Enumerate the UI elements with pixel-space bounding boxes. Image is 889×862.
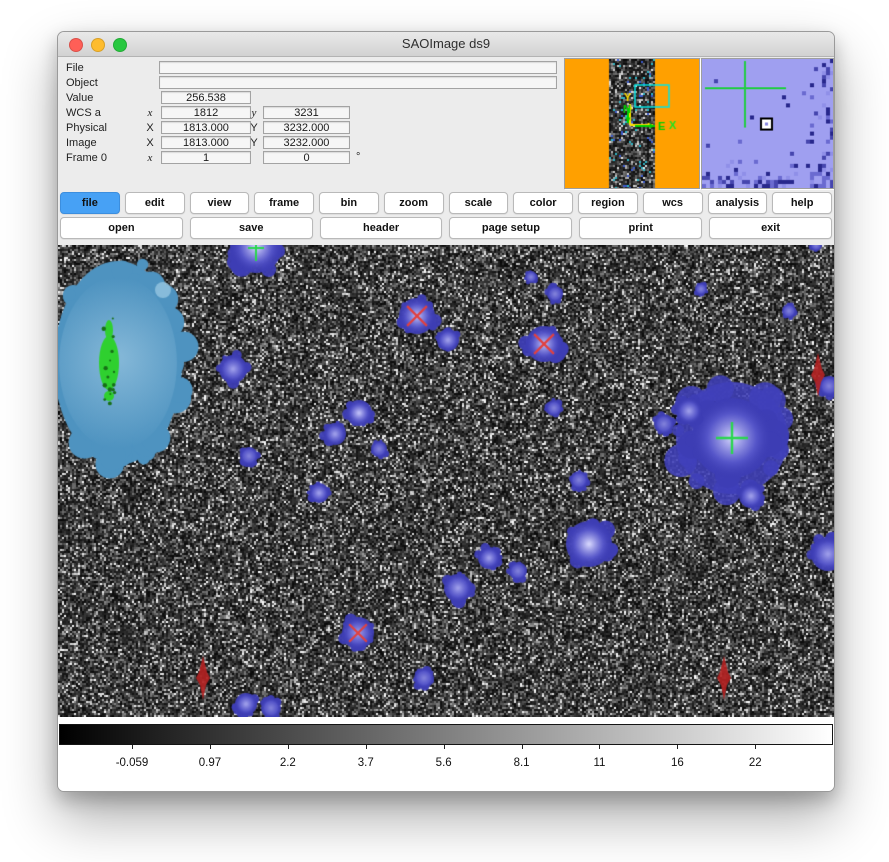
info-label: Value: [66, 92, 93, 104]
menu-frame[interactable]: frame: [254, 192, 314, 214]
info-field[interactable]: 3232.000: [263, 121, 350, 134]
menu-page-setup[interactable]: page setup: [449, 217, 572, 239]
colorbar-tick: [132, 745, 133, 749]
colorbar-label: 5.6: [436, 757, 452, 769]
info-row-frame-0: Frame 0 x10 °: [58, 151, 618, 164]
info-field[interactable]: 0: [263, 151, 350, 164]
colorbar-tick: [288, 745, 289, 749]
info-field[interactable]: 1812: [161, 106, 251, 119]
main-image-canvas[interactable]: [58, 245, 834, 717]
menu-open[interactable]: open: [60, 217, 183, 239]
info-field[interactable]: 1813.000: [161, 136, 251, 149]
menu-scale[interactable]: scale: [449, 192, 509, 214]
colorbar-tick: [522, 745, 523, 749]
colorbar-tick: [755, 745, 756, 749]
axis-label: x: [144, 107, 156, 119]
info-field[interactable]: 1813.000: [161, 121, 251, 134]
colorbar-tick: [210, 745, 211, 749]
colorbar-label: 3.7: [358, 757, 374, 769]
menu-zoom[interactable]: zoom: [384, 192, 444, 214]
menu-edit[interactable]: edit: [125, 192, 185, 214]
menu-bar: fileeditviewframebinzoomscalecolorregion…: [60, 192, 832, 214]
colorbar-label: 11: [594, 757, 606, 769]
info-field[interactable]: 3232.000: [263, 136, 350, 149]
info-row-file: File: [58, 61, 618, 74]
info-label: Frame 0: [66, 152, 107, 164]
colorbar-tick: [599, 745, 600, 749]
colorbar-tick: [366, 745, 367, 749]
colorbar-gradient[interactable]: [59, 724, 833, 745]
menu-exit[interactable]: exit: [709, 217, 832, 239]
axis-label: Y: [248, 122, 260, 134]
colorbar-label: 0.97: [199, 757, 221, 769]
info-row-value: Value 256.538: [58, 91, 618, 104]
colorbar-tick: [677, 745, 678, 749]
menu-header[interactable]: header: [320, 217, 443, 239]
ds9-window: SAOImage ds9 File Object Value 256.538 WCS a…: [57, 31, 835, 792]
file-submenu-bar: open save header page setup print exit: [60, 217, 832, 239]
magnifier-panel[interactable]: [701, 58, 834, 189]
info-label: Image: [66, 137, 97, 149]
info-row-physical: Physical X 1813.000Y3232.000: [58, 121, 618, 134]
menu-view[interactable]: view: [190, 192, 250, 214]
info-field[interactable]: 1: [161, 151, 251, 164]
colorbar-section: -0.059 0.97 2.2 3.7 5.6 8.1 11 16 22: [58, 717, 834, 791]
colorbar-label: -0.059: [116, 757, 149, 769]
menu-help[interactable]: help: [772, 192, 832, 214]
axis-label: y: [248, 107, 260, 119]
menu-bin[interactable]: bin: [319, 192, 379, 214]
colorbar-label: 2.2: [280, 757, 296, 769]
info-row-image: Image X 1813.000Y3232.000: [58, 136, 618, 149]
axis-label: Y: [248, 137, 260, 149]
panner-panel[interactable]: [564, 58, 700, 189]
titlebar[interactable]: SAOImage ds9: [58, 32, 834, 57]
info-field[interactable]: 3231: [263, 106, 350, 119]
info-field[interactable]: [159, 61, 557, 74]
info-field[interactable]: [159, 76, 557, 89]
colorbar-label: 8.1: [514, 757, 530, 769]
info-row-object: Object: [58, 76, 618, 89]
menu-analysis[interactable]: analysis: [708, 192, 768, 214]
menu-print[interactable]: print: [579, 217, 702, 239]
degree-symbol: °: [356, 151, 360, 163]
info-field[interactable]: 256.538: [161, 91, 251, 104]
menu-save[interactable]: save: [190, 217, 313, 239]
axis-label: X: [144, 137, 156, 149]
info-label: WCS a: [66, 107, 101, 119]
info-row-wcs-a: WCS a x 1812y3231: [58, 106, 618, 119]
axis-label: X: [144, 122, 156, 134]
info-label: File: [66, 62, 84, 74]
menu-region[interactable]: region: [578, 192, 638, 214]
colorbar-label: 22: [749, 757, 762, 769]
menu-file[interactable]: file: [60, 192, 120, 214]
menu-wcs[interactable]: wcs: [643, 192, 703, 214]
colorbar-ticks: -0.059 0.97 2.2 3.7 5.6 8.1 11 16 22: [58, 745, 834, 775]
colorbar-tick: [444, 745, 445, 749]
axis-label: x: [144, 152, 156, 164]
colorbar-label: 16: [671, 757, 684, 769]
window-title: SAOImage ds9: [58, 36, 834, 51]
menu-color[interactable]: color: [513, 192, 573, 214]
info-label: Object: [66, 77, 98, 89]
info-label: Physical: [66, 122, 107, 134]
